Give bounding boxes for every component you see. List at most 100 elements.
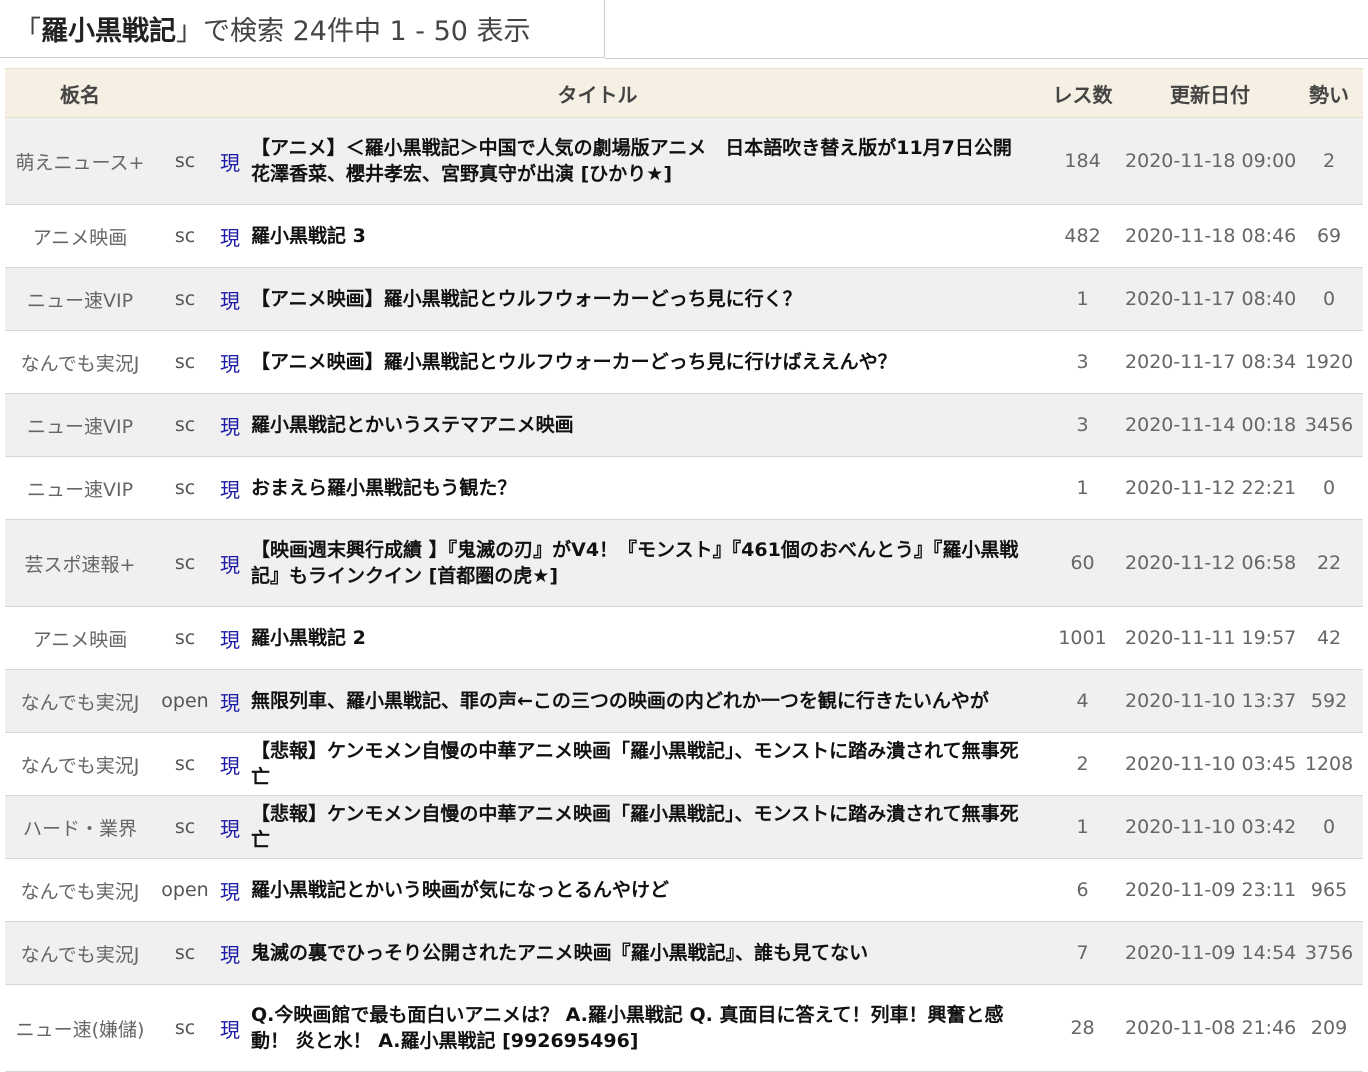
table-row: アニメ映画 sc 現 羅小黒戦記 3 482 2020-11-18 08:46 … <box>5 204 1364 268</box>
momentum-value: 3456 <box>1295 393 1364 457</box>
table-row: ニュー速VIP sc 現 【アニメ映画】羅小黒戦記とウルフウォーカーどっち見に行… <box>5 267 1364 331</box>
board-name[interactable]: アニメ映画 <box>5 606 155 670</box>
momentum-value: 0 <box>1295 267 1364 331</box>
current-link[interactable]: 現 <box>220 754 240 778</box>
table-row: なんでも実況J sc 現 【悲報】ケンモメン自慢の中華アニメ映画「羅小黒戦記」、… <box>5 732 1364 796</box>
res-count: 7 <box>1040 921 1126 985</box>
updated-date: 2020-11-17 08:34 <box>1125 330 1296 394</box>
board-name[interactable]: なんでも実況J <box>5 669 155 733</box>
momentum-value: 209 <box>1295 984 1364 1072</box>
current-link[interactable]: 現 <box>220 151 240 175</box>
momentum-value: 592 <box>1295 669 1364 733</box>
table-row: ニュー速VIP sc 現 羅小黒戦記とかいうステマアニメ映画 3 2020-11… <box>5 393 1364 457</box>
updated-date: 2020-11-10 03:42 <box>1125 795 1296 859</box>
board-name[interactable]: なんでも実況J <box>5 858 155 922</box>
current-link[interactable]: 現 <box>220 352 240 376</box>
thread-title-link[interactable]: 鬼滅の裏でひっそり公開されたアニメ映画『羅小黒戦記』、誰も見てない <box>251 942 868 964</box>
res-count: 3 <box>1040 393 1126 457</box>
thread-title-link[interactable]: 【アニメ】＜羅小黒戦記＞中国で人気の劇場版アニメ 日本語吹き替え版が11月7日公… <box>251 137 1031 185</box>
board-name[interactable]: なんでも実況J <box>5 732 155 796</box>
results-table: 板名 タイトル レス数 更新日付 勢い 萌えニュース+ sc 現 【アニメ】＜羅… <box>5 68 1364 1072</box>
search-summary: 」で検索 24件中 1 - 50 表示 <box>176 16 531 47</box>
table-row: 芸スポ速報+ sc 現 【映画週末興行成績 】『鬼滅の刃』がV4！『モンスト』『… <box>5 519 1364 607</box>
current-link[interactable]: 現 <box>220 553 240 577</box>
thread-title-link[interactable]: 羅小黒戦記 3 <box>251 225 366 247</box>
table-row: なんでも実況J sc 現 【アニメ映画】羅小黒戦記とウルフウォーカーどっち見に行… <box>5 330 1364 394</box>
momentum-value: 3756 <box>1295 921 1364 985</box>
current-link[interactable]: 現 <box>220 943 240 967</box>
updated-date: 2020-11-09 23:11 <box>1125 858 1296 922</box>
res-count: 2 <box>1040 732 1126 796</box>
thread-title-link[interactable]: おまえら羅小黒戦記もう観た？ <box>251 477 516 499</box>
server-label: sc <box>155 267 215 331</box>
updated-date: 2020-11-12 06:58 <box>1125 519 1296 607</box>
board-name[interactable]: ハード・業界 <box>5 795 155 859</box>
search-query: 羅小黒戦記 <box>41 16 176 47</box>
col-header-updated[interactable]: 更新日付 <box>1125 68 1296 118</box>
board-name[interactable]: ニュー速VIP <box>5 456 155 520</box>
res-count: 6 <box>1040 858 1126 922</box>
res-count: 1001 <box>1040 606 1126 670</box>
current-link[interactable]: 現 <box>220 691 240 715</box>
server-label: sc <box>155 921 215 985</box>
res-count: 1 <box>1040 267 1126 331</box>
momentum-value: 2 <box>1295 117 1364 205</box>
server-label: sc <box>155 519 215 607</box>
res-count: 3 <box>1040 330 1126 394</box>
table-row: 萌えニュース+ sc 現 【アニメ】＜羅小黒戦記＞中国で人気の劇場版アニメ 日本… <box>5 117 1364 205</box>
col-header-title[interactable]: タイトル <box>155 68 1041 118</box>
server-label: sc <box>155 117 215 205</box>
board-name[interactable]: ニュー速VIP <box>5 393 155 457</box>
header-open-quote: 「 <box>14 16 41 47</box>
updated-date: 2020-11-18 08:46 <box>1125 204 1296 268</box>
server-label: open <box>155 858 215 922</box>
thread-title-link[interactable]: 【悲報】ケンモメン自慢の中華アニメ映画「羅小黒戦記」、モンストに踏み潰されて無事… <box>251 803 1019 851</box>
momentum-value: 0 <box>1295 795 1364 859</box>
updated-date: 2020-11-17 08:40 <box>1125 267 1296 331</box>
momentum-value: 1208 <box>1295 732 1364 796</box>
thread-title-link[interactable]: 【映画週末興行成績 】『鬼滅の刃』がV4！『モンスト』『461個のおべんとう』『… <box>251 539 1018 587</box>
thread-title-link[interactable]: 【悲報】ケンモメン自慢の中華アニメ映画「羅小黒戦記」、モンストに踏み潰されて無事… <box>251 740 1019 788</box>
col-header-board[interactable]: 板名 <box>5 68 155 118</box>
thread-title-link[interactable]: 無限列車、羅小黒戦記、罪の声←この三つの映画の内どれか一つを観に行きたいんやが <box>251 690 989 712</box>
current-link[interactable]: 現 <box>220 1018 240 1042</box>
current-link[interactable]: 現 <box>220 226 240 250</box>
board-name[interactable]: なんでも実況J <box>5 330 155 394</box>
board-name[interactable]: アニメ映画 <box>5 204 155 268</box>
server-label: sc <box>155 606 215 670</box>
current-link[interactable]: 現 <box>220 415 240 439</box>
thread-title-link[interactable]: 【アニメ映画】羅小黒戦記とウルフウォーカーどっち見に行く？ <box>251 288 802 310</box>
updated-date: 2020-11-08 21:46 <box>1125 984 1296 1072</box>
current-link[interactable]: 現 <box>220 817 240 841</box>
table-header-row: 板名 タイトル レス数 更新日付 勢い <box>5 68 1364 118</box>
momentum-value: 42 <box>1295 606 1364 670</box>
momentum-value: 0 <box>1295 456 1364 520</box>
momentum-value: 965 <box>1295 858 1364 922</box>
current-link[interactable]: 現 <box>220 628 240 652</box>
header-divider <box>605 58 1368 59</box>
board-name[interactable]: ニュー速(嫌儲) <box>5 984 155 1072</box>
board-name[interactable]: 芸スポ速報+ <box>5 519 155 607</box>
board-name[interactable]: なんでも実況J <box>5 921 155 985</box>
res-count: 60 <box>1040 519 1126 607</box>
thread-title-link[interactable]: 羅小黒戦記とかいう映画が気になっとるんやけど <box>251 879 669 901</box>
table-row: なんでも実況J sc 現 鬼滅の裏でひっそり公開されたアニメ映画『羅小黒戦記』、… <box>5 921 1364 985</box>
thread-title-link[interactable]: 羅小黒戦記とかいうステマアニメ映画 <box>251 414 574 436</box>
current-link[interactable]: 現 <box>220 478 240 502</box>
board-name[interactable]: ニュー速VIP <box>5 267 155 331</box>
momentum-value: 69 <box>1295 204 1364 268</box>
updated-date: 2020-11-11 19:57 <box>1125 606 1296 670</box>
col-header-res[interactable]: レス数 <box>1040 68 1126 118</box>
res-count: 482 <box>1040 204 1126 268</box>
thread-title-link[interactable]: 羅小黒戦記 2 <box>251 627 366 649</box>
table-row: アニメ映画 sc 現 羅小黒戦記 2 1001 2020-11-11 19:57… <box>5 606 1364 670</box>
table-row: なんでも実況J open 現 羅小黒戦記とかいう映画が気になっとるんやけど 6 … <box>5 858 1364 922</box>
board-name[interactable]: 萌えニュース+ <box>5 117 155 205</box>
thread-title-link[interactable]: Q.今映画館で最も面白いアニメは？ A.羅小黒戦記 Q. 真面目に答えて！列車！… <box>251 1004 1004 1052</box>
updated-date: 2020-11-10 13:37 <box>1125 669 1296 733</box>
current-link[interactable]: 現 <box>220 289 240 313</box>
col-header-momentum[interactable]: 勢い <box>1295 68 1364 118</box>
current-link[interactable]: 現 <box>220 880 240 904</box>
thread-title-link[interactable]: 【アニメ映画】羅小黒戦記とウルフウォーカーどっち見に行けばええんや？ <box>251 351 897 373</box>
server-label: sc <box>155 732 215 796</box>
